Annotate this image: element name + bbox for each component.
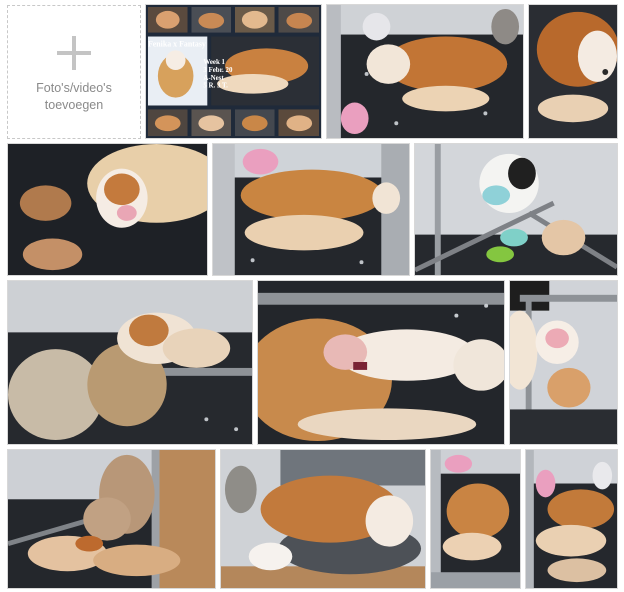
photo-mother-face-closeup[interactable]	[528, 4, 618, 139]
collage-title: Fenika x Fantasy	[148, 39, 206, 48]
collage-line-4: 5 R. 3 T.	[203, 83, 228, 90]
photo-newborn-puppy-between-paws[interactable]	[7, 143, 208, 276]
photo-plush-cow-toy-in-box[interactable]	[414, 143, 618, 276]
photo-mother-resting-in-dog-bed[interactable]	[220, 449, 426, 589]
photo-image	[8, 281, 252, 444]
add-photos-videos-button[interactable]: Foto's/video's toevoegen	[7, 5, 141, 139]
photo-image	[529, 5, 617, 138]
photo-image	[510, 281, 617, 444]
photo-image	[8, 144, 207, 275]
collage-image: Fenika x Fantasy Week 1 3 Febr. 20 A-Nes…	[146, 5, 321, 138]
photo-image	[415, 144, 617, 275]
photo-collage-week-1[interactable]: Fenika x Fantasy Week 1 3 Febr. 20 A-Nes…	[145, 4, 322, 139]
photo-image	[8, 450, 215, 588]
photo-puppies-sleeping-with-plush-toys[interactable]	[7, 280, 253, 445]
plus-icon	[57, 36, 91, 70]
photo-image	[213, 144, 409, 275]
photo-litter-nursing-small-2[interactable]	[525, 449, 618, 589]
photo-image	[221, 450, 425, 588]
photo-puppy-corner-with-toys[interactable]	[509, 280, 618, 445]
photo-image	[526, 450, 617, 588]
photo-mother-nursing-puppies[interactable]	[326, 4, 524, 139]
photo-puppy-sleeping-on-mother[interactable]	[257, 280, 505, 445]
photo-image	[431, 450, 520, 588]
photo-image	[327, 5, 523, 138]
add-photos-videos-label: Foto's/video's toevoegen	[36, 81, 112, 112]
photo-mother-with-litter-in-whelping-box[interactable]	[212, 143, 410, 276]
collage-line-3: A-Nest	[203, 75, 224, 82]
photo-litter-nursing-small[interactable]	[430, 449, 521, 589]
collage-line-2: 3 Febr. 20	[203, 67, 233, 74]
collage-line-1: Week 1	[203, 59, 225, 66]
photo-puppies-pile-with-teddy-bears[interactable]	[7, 449, 216, 589]
photo-image	[258, 281, 504, 444]
